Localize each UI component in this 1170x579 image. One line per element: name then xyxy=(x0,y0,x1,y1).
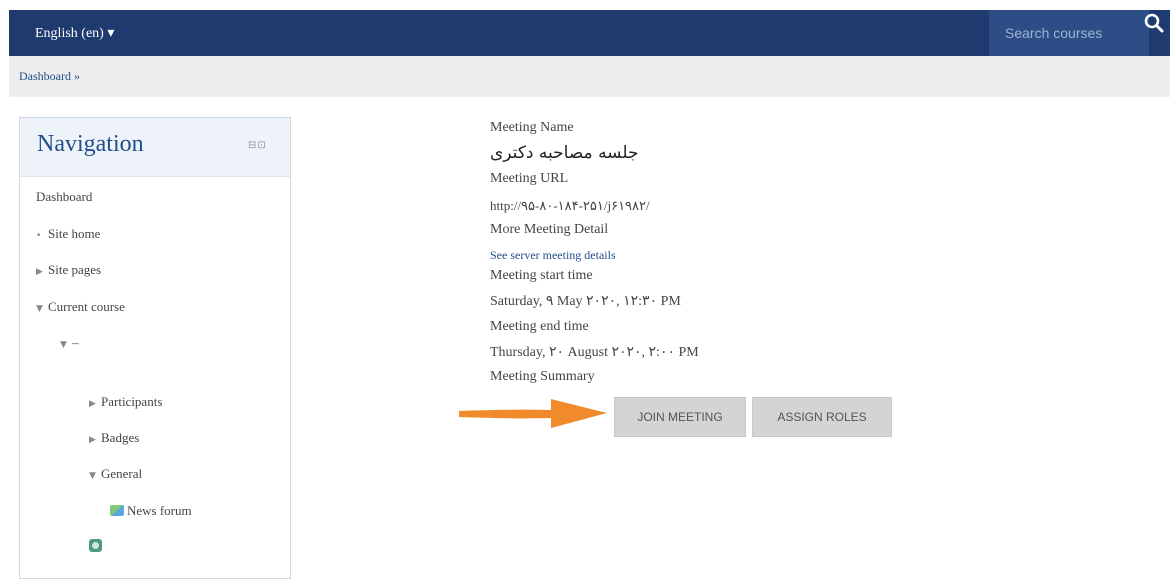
nav-item-general[interactable]: ▼ General xyxy=(89,466,142,482)
navigation-title: Navigation xyxy=(37,131,144,157)
meeting-name-label: Meeting Name xyxy=(490,120,574,135)
nav-item-site-pages[interactable]: ▶ Site pages xyxy=(36,262,101,278)
nav-item-label: Site home xyxy=(48,226,101,241)
navigation-header: Navigation ⊟⊡ xyxy=(20,118,290,177)
nav-item-label: General xyxy=(101,466,143,481)
meeting-detail-label: More Meeting Detail xyxy=(490,222,609,237)
end-time-value: Thursday, ۲۰ August ۲۰۲۰, ۲:۰۰ PM xyxy=(490,345,699,360)
expand-icon: ▶ xyxy=(36,267,43,277)
dock-icon[interactable]: ⊟⊡ xyxy=(248,140,267,151)
start-time-label: Meeting start time xyxy=(490,268,593,283)
collapse-icon: ▼ xyxy=(60,340,67,350)
end-time-label: Meeting end time xyxy=(490,319,589,334)
expand-icon: ▶ xyxy=(89,399,96,409)
nav-item-label: Participants xyxy=(101,394,163,409)
search-icon[interactable] xyxy=(1142,10,1166,36)
nav-item-label: Dashboard xyxy=(36,189,93,204)
nav-item-news-forum[interactable]: News forum xyxy=(110,503,192,519)
nav-item-site-home[interactable]: • Site home xyxy=(36,226,100,242)
meeting-url-label: Meeting URL xyxy=(490,171,569,186)
breadcrumb[interactable]: Dashboard » xyxy=(19,69,80,84)
join-meeting-button[interactable]: JOIN MEETING xyxy=(614,397,746,437)
expand-icon: ▶ xyxy=(89,435,96,445)
nav-item-course[interactable]: ▼ – xyxy=(60,335,79,351)
meeting-url-value: http://۹۵-۸۰-۱۸۴-۲۵۱/j۶۱۹۸۲/ xyxy=(490,198,650,213)
nav-item-label: Current course xyxy=(48,299,125,314)
nav-item-participants[interactable]: ▶ Participants xyxy=(89,394,162,410)
collapse-icon: ▼ xyxy=(89,471,96,481)
forum-icon xyxy=(110,505,124,516)
nav-item-label: News forum xyxy=(127,503,192,518)
nav-item-label: – xyxy=(72,335,79,350)
search-input[interactable] xyxy=(989,10,1149,56)
nav-item-label: Badges xyxy=(101,430,140,445)
orange-arrow-icon xyxy=(459,399,607,428)
summary-label: Meeting Summary xyxy=(490,369,595,384)
start-time-value: Saturday, ۹ May ۲۰۲۰, ۱۲:۳۰ PM xyxy=(490,294,681,309)
nav-item-dashboard[interactable]: Dashboard xyxy=(36,189,92,205)
collapse-icon: ▼ xyxy=(36,304,43,314)
top-navbar: English (en) ▾ xyxy=(9,10,1170,56)
nav-item-badges[interactable]: ▶ Badges xyxy=(89,430,139,446)
language-menu[interactable]: English (en) ▾ xyxy=(35,25,114,42)
meeting-name-value: جلسه مصاحبه دکتری xyxy=(490,143,639,163)
bullet-icon: • xyxy=(36,231,42,241)
breadcrumb-bar: Dashboard » xyxy=(9,56,1170,97)
server-details-link[interactable]: See server meeting details xyxy=(490,248,616,263)
search-box xyxy=(989,10,1149,56)
nav-item-label: Site pages xyxy=(48,262,102,277)
assign-roles-button[interactable]: ASSIGN ROLES xyxy=(752,397,892,437)
nav-item-current-course[interactable]: ▼ Current course xyxy=(36,299,125,315)
activity-icon[interactable] xyxy=(89,539,102,552)
